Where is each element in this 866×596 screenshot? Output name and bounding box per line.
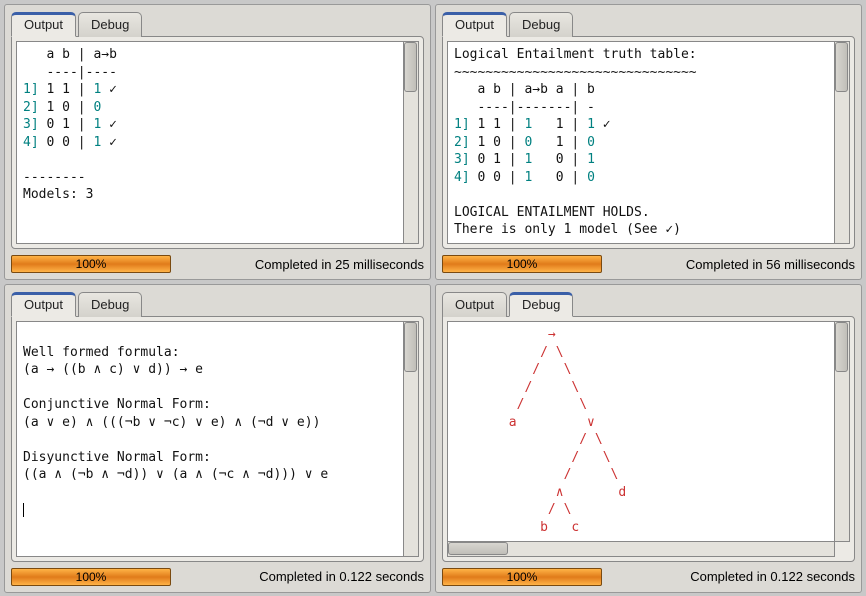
status-text: Completed in 56 milliseconds — [686, 257, 855, 272]
tab-output[interactable]: Output — [11, 12, 76, 37]
tab-debug[interactable]: Debug — [509, 12, 573, 37]
scrollbar-vertical[interactable] — [835, 321, 850, 542]
scrollbar-thumb[interactable] — [404, 42, 417, 92]
tab-output[interactable]: Output — [442, 12, 507, 37]
scrollbar-thumb[interactable] — [835, 42, 848, 92]
panel-bottom-right: Output Debug → / \ / \ / \ / \ a ∨ / \ /… — [435, 284, 862, 593]
scrollbar-horizontal[interactable] — [447, 542, 835, 557]
tab-debug[interactable]: Debug — [78, 12, 142, 37]
debug-text[interactable]: → / \ / \ / \ / \ a ∨ / \ / \ / \ ∧ d / … — [447, 321, 835, 542]
status-text: Completed in 0.122 seconds — [259, 569, 424, 584]
scrollbar-thumb[interactable] — [404, 322, 417, 372]
panel-top-left: Output Debug a b | a→b ----|---- 1] 1 1 … — [4, 4, 431, 280]
status-row: 100% Completed in 0.122 seconds — [442, 568, 855, 586]
status-row: 100% Completed in 0.122 seconds — [11, 568, 424, 586]
scrollbar-vertical[interactable] — [404, 41, 419, 244]
content-frame: → / \ / \ / \ / \ a ∨ / \ / \ / \ ∧ d / … — [442, 316, 855, 562]
tab-bar: Output Debug — [442, 11, 855, 36]
status-text: Completed in 25 milliseconds — [255, 257, 424, 272]
status-text: Completed in 0.122 seconds — [690, 569, 855, 584]
scrollbar-thumb[interactable] — [448, 542, 508, 555]
tab-bar: Output Debug — [11, 291, 424, 316]
panel-top-right: Output Debug Logical Entailment truth ta… — [435, 4, 862, 280]
window-grid: Output Debug a b | a→b ----|---- 1] 1 1 … — [0, 0, 866, 596]
content-frame: Well formed formula: (a → ((b ∧ c) ∨ d))… — [11, 316, 424, 562]
progress-bar: 100% — [11, 255, 171, 273]
tab-bar: Output Debug — [11, 11, 424, 36]
content-frame: Logical Entailment truth table: ~~~~~~~~… — [442, 36, 855, 249]
tab-debug[interactable]: Debug — [509, 292, 573, 317]
tab-output[interactable]: Output — [442, 292, 507, 317]
tab-output[interactable]: Output — [11, 292, 76, 317]
panel-bottom-left: Output Debug Well formed formula: (a → (… — [4, 284, 431, 593]
progress-bar: 100% — [442, 255, 602, 273]
status-row: 100% Completed in 25 milliseconds — [11, 255, 424, 273]
scrollbar-vertical[interactable] — [835, 41, 850, 244]
content-frame: a b | a→b ----|---- 1] 1 1 | 1 ✓ 2] 1 0 … — [11, 36, 424, 249]
output-text[interactable]: Logical Entailment truth table: ~~~~~~~~… — [447, 41, 835, 244]
progress-bar: 100% — [442, 568, 602, 586]
scrollbar-thumb[interactable] — [835, 322, 848, 372]
tab-debug[interactable]: Debug — [78, 292, 142, 317]
scrollbar-vertical[interactable] — [404, 321, 419, 557]
status-row: 100% Completed in 56 milliseconds — [442, 255, 855, 273]
tab-bar: Output Debug — [442, 291, 855, 316]
progress-bar: 100% — [11, 568, 171, 586]
output-text[interactable]: a b | a→b ----|---- 1] 1 1 | 1 ✓ 2] 1 0 … — [16, 41, 404, 244]
output-text[interactable]: Well formed formula: (a → ((b ∧ c) ∨ d))… — [16, 321, 404, 557]
